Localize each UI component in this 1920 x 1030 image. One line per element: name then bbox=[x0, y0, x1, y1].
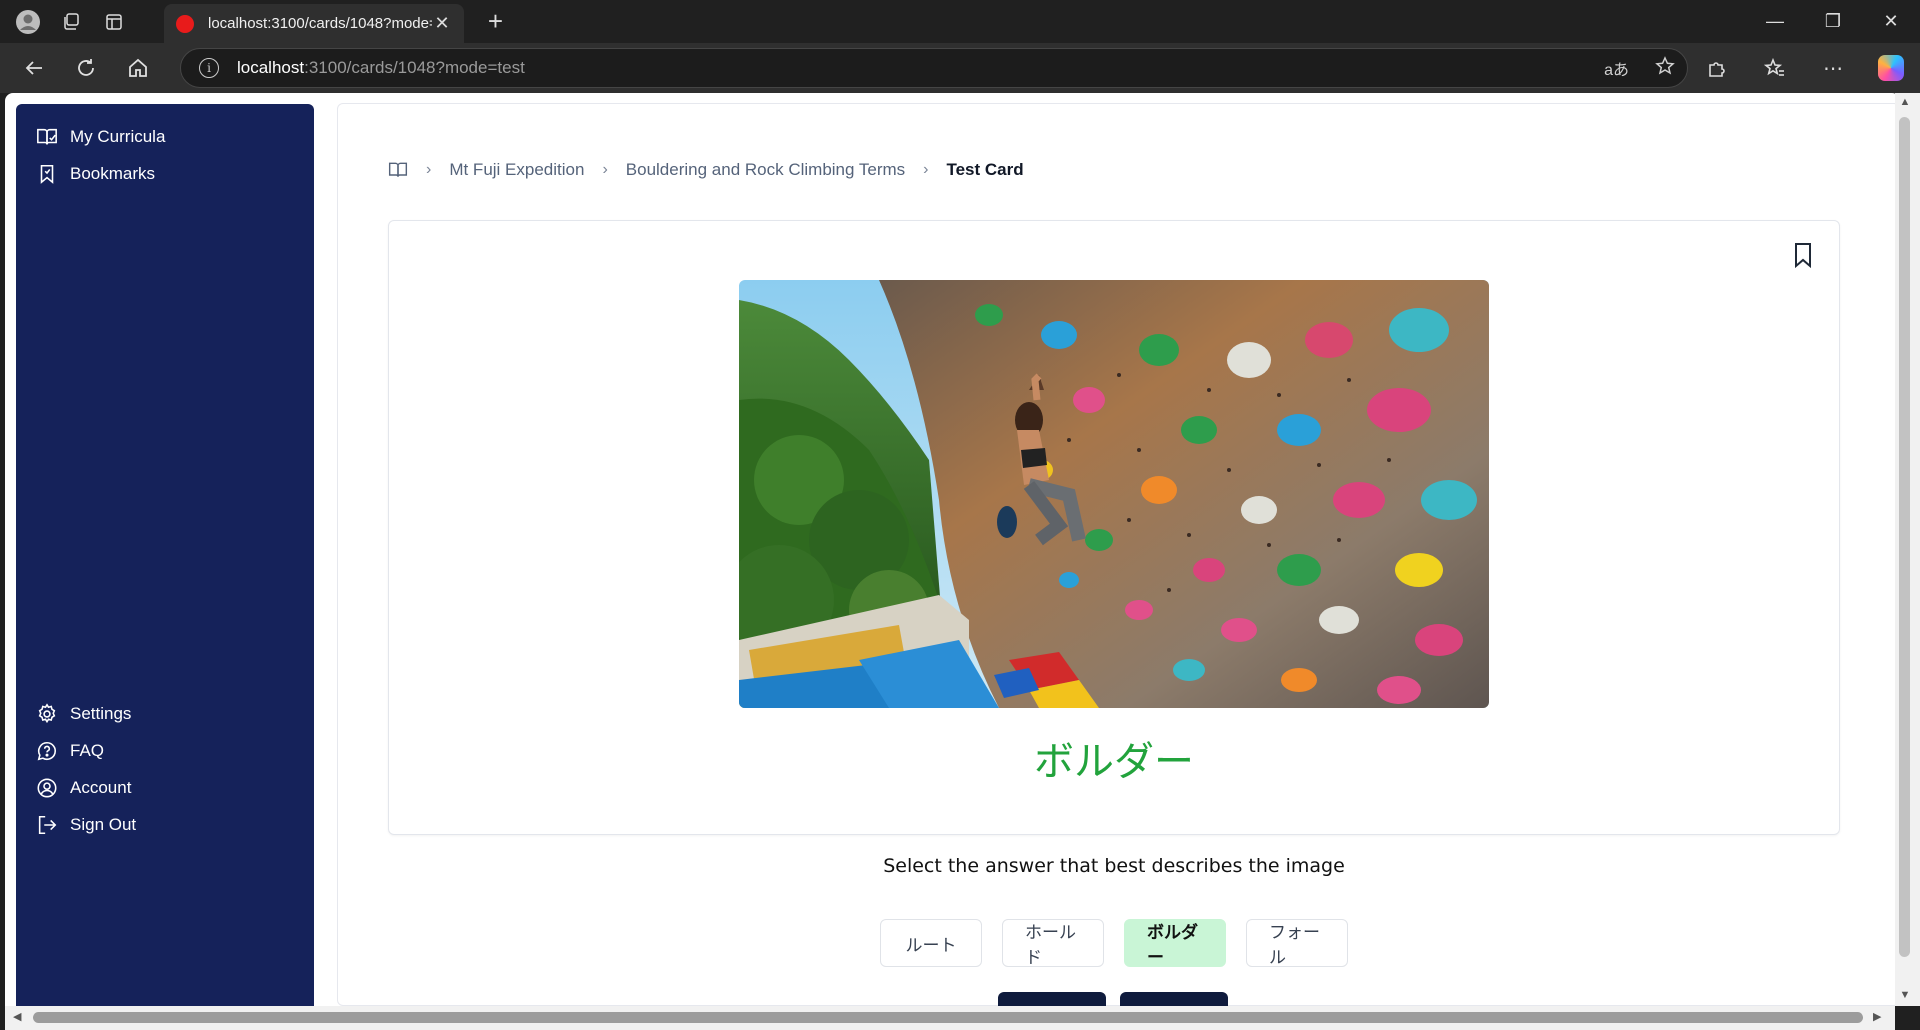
answer-option[interactable]: ホールド bbox=[1002, 919, 1104, 968]
sidebar-item-my-curricula[interactable]: My Curricula bbox=[36, 122, 165, 152]
chevron-right-icon: › bbox=[923, 161, 929, 178]
sidebar-item-faq[interactable]: FAQ bbox=[36, 736, 104, 766]
breadcrumb-curriculum[interactable]: Mt Fuji Expedition bbox=[449, 160, 584, 180]
home-icon[interactable] bbox=[112, 43, 164, 93]
breadcrumb-current: Test Card bbox=[946, 160, 1024, 179]
scroll-up-arrow-icon[interactable]: ▲ bbox=[1898, 96, 1912, 110]
refresh-icon[interactable] bbox=[60, 43, 112, 93]
vertical-tabs-icon[interactable] bbox=[92, 0, 135, 43]
new-tab-icon[interactable]: + bbox=[474, 0, 517, 43]
extensions-icon[interactable] bbox=[1688, 43, 1746, 93]
browser-tab-active[interactable]: localhost:3100/cards/1048?mode=test ✕ bbox=[164, 4, 464, 43]
sidebar-item-label: My Curricula bbox=[70, 127, 166, 146]
site-info-icon[interactable]: i bbox=[199, 58, 219, 78]
favorites-icon[interactable] bbox=[1746, 43, 1804, 93]
sidebar-item-bookmarks[interactable]: Bookmarks bbox=[36, 159, 155, 189]
profile-avatar-icon[interactable] bbox=[6, 0, 49, 43]
read-aloud-icon[interactable]: aあ bbox=[1604, 56, 1629, 80]
sidebar-item-account[interactable]: Account bbox=[36, 773, 131, 803]
answer-option[interactable]: フォール bbox=[1246, 919, 1348, 968]
sidebar-item-label: Settings bbox=[70, 704, 132, 723]
scroll-left-arrow-icon[interactable]: ◀ bbox=[13, 1010, 27, 1024]
chevron-right-icon: › bbox=[602, 161, 608, 178]
scroll-down-arrow-icon[interactable]: ▼ bbox=[1898, 989, 1912, 1003]
browser-toolbar: i localhost:3100/cards/1048?mode=test aあ… bbox=[0, 43, 1920, 93]
scroll-right-arrow-icon[interactable]: ▶ bbox=[1873, 1010, 1887, 1024]
flashcard: ボルダー bbox=[388, 220, 1840, 835]
site-favicon-icon bbox=[176, 14, 194, 33]
workspaces-icon[interactable] bbox=[49, 0, 92, 43]
open-book-icon bbox=[37, 128, 57, 145]
window-close-icon[interactable]: ✕ bbox=[1862, 0, 1920, 43]
minimize-icon[interactable]: — bbox=[1746, 0, 1804, 43]
browser-titlebar: localhost:3100/cards/1048?mode=test ✕ + … bbox=[0, 0, 1920, 43]
main-content: › Mt Fuji Expedition › Bouldering and Ro… bbox=[337, 103, 1900, 1006]
help-bubble-icon bbox=[37, 741, 56, 761]
chevron-right-icon: › bbox=[426, 161, 432, 178]
answer-options: ルート ホールド ボルダー フォール bbox=[388, 919, 1840, 968]
more-menu-icon[interactable]: ⋯ bbox=[1804, 43, 1862, 93]
sidebar-item-label: Sign Out bbox=[70, 815, 137, 834]
sidebar-item-settings[interactable]: Settings bbox=[36, 699, 131, 729]
card-image bbox=[739, 280, 1489, 708]
restore-icon[interactable]: ❐ bbox=[1804, 0, 1862, 43]
copilot-icon[interactable] bbox=[1862, 43, 1920, 93]
answer-option[interactable]: ルート bbox=[880, 919, 982, 967]
sidebar-item-label: FAQ bbox=[70, 741, 105, 760]
horizontal-scrollbar[interactable]: ◀ ▶ bbox=[5, 1006, 1895, 1030]
sidebar: My Curricula Bookmarks Settings FAQ Acco… bbox=[16, 104, 314, 1006]
sidebar-item-label: Account bbox=[70, 778, 132, 797]
address-bar[interactable]: i localhost:3100/cards/1048?mode=test aあ bbox=[180, 48, 1688, 88]
next-button[interactable] bbox=[1120, 992, 1228, 1006]
tab-title: localhost:3100/cards/1048?mode=test bbox=[208, 15, 432, 32]
bookmark-toggle-icon[interactable] bbox=[1787, 239, 1819, 271]
sign-out-icon bbox=[38, 815, 57, 835]
back-arrow-icon[interactable] bbox=[8, 43, 60, 93]
tab-close-icon[interactable]: ✕ bbox=[432, 13, 452, 34]
gear-icon bbox=[38, 703, 56, 724]
previous-button[interactable] bbox=[998, 992, 1106, 1006]
vertical-scrollbar[interactable]: ▲ ▼ bbox=[1895, 93, 1920, 1006]
horizontal-scroll-thumb[interactable] bbox=[33, 1012, 1863, 1023]
breadcrumb: › Mt Fuji Expedition › Bouldering and Ro… bbox=[388, 158, 1024, 182]
page-viewport: My Curricula Bookmarks Settings FAQ Acco… bbox=[5, 93, 1900, 1006]
navigation-buttons bbox=[998, 992, 1228, 1006]
question-prompt: Select the answer that best describes th… bbox=[883, 855, 1345, 877]
user-circle-icon bbox=[37, 778, 57, 798]
climbing-wall-illustration bbox=[739, 280, 1489, 708]
url-host: localhost bbox=[237, 58, 305, 77]
card-word: ボルダー bbox=[1034, 739, 1194, 785]
sidebar-item-label: Bookmarks bbox=[70, 164, 156, 183]
curriculum-book-icon[interactable] bbox=[388, 160, 408, 180]
answer-option-selected[interactable]: ボルダー bbox=[1124, 919, 1226, 968]
vertical-scroll-thumb[interactable] bbox=[1899, 117, 1910, 957]
url-path: :3100/cards/1048?mode=test bbox=[304, 58, 525, 77]
breadcrumb-deck[interactable]: Bouldering and Rock Climbing Terms bbox=[626, 160, 905, 180]
favorite-star-icon[interactable] bbox=[1655, 55, 1675, 81]
bookmark-icon bbox=[40, 164, 54, 184]
sidebar-item-sign-out[interactable]: Sign Out bbox=[36, 810, 136, 840]
